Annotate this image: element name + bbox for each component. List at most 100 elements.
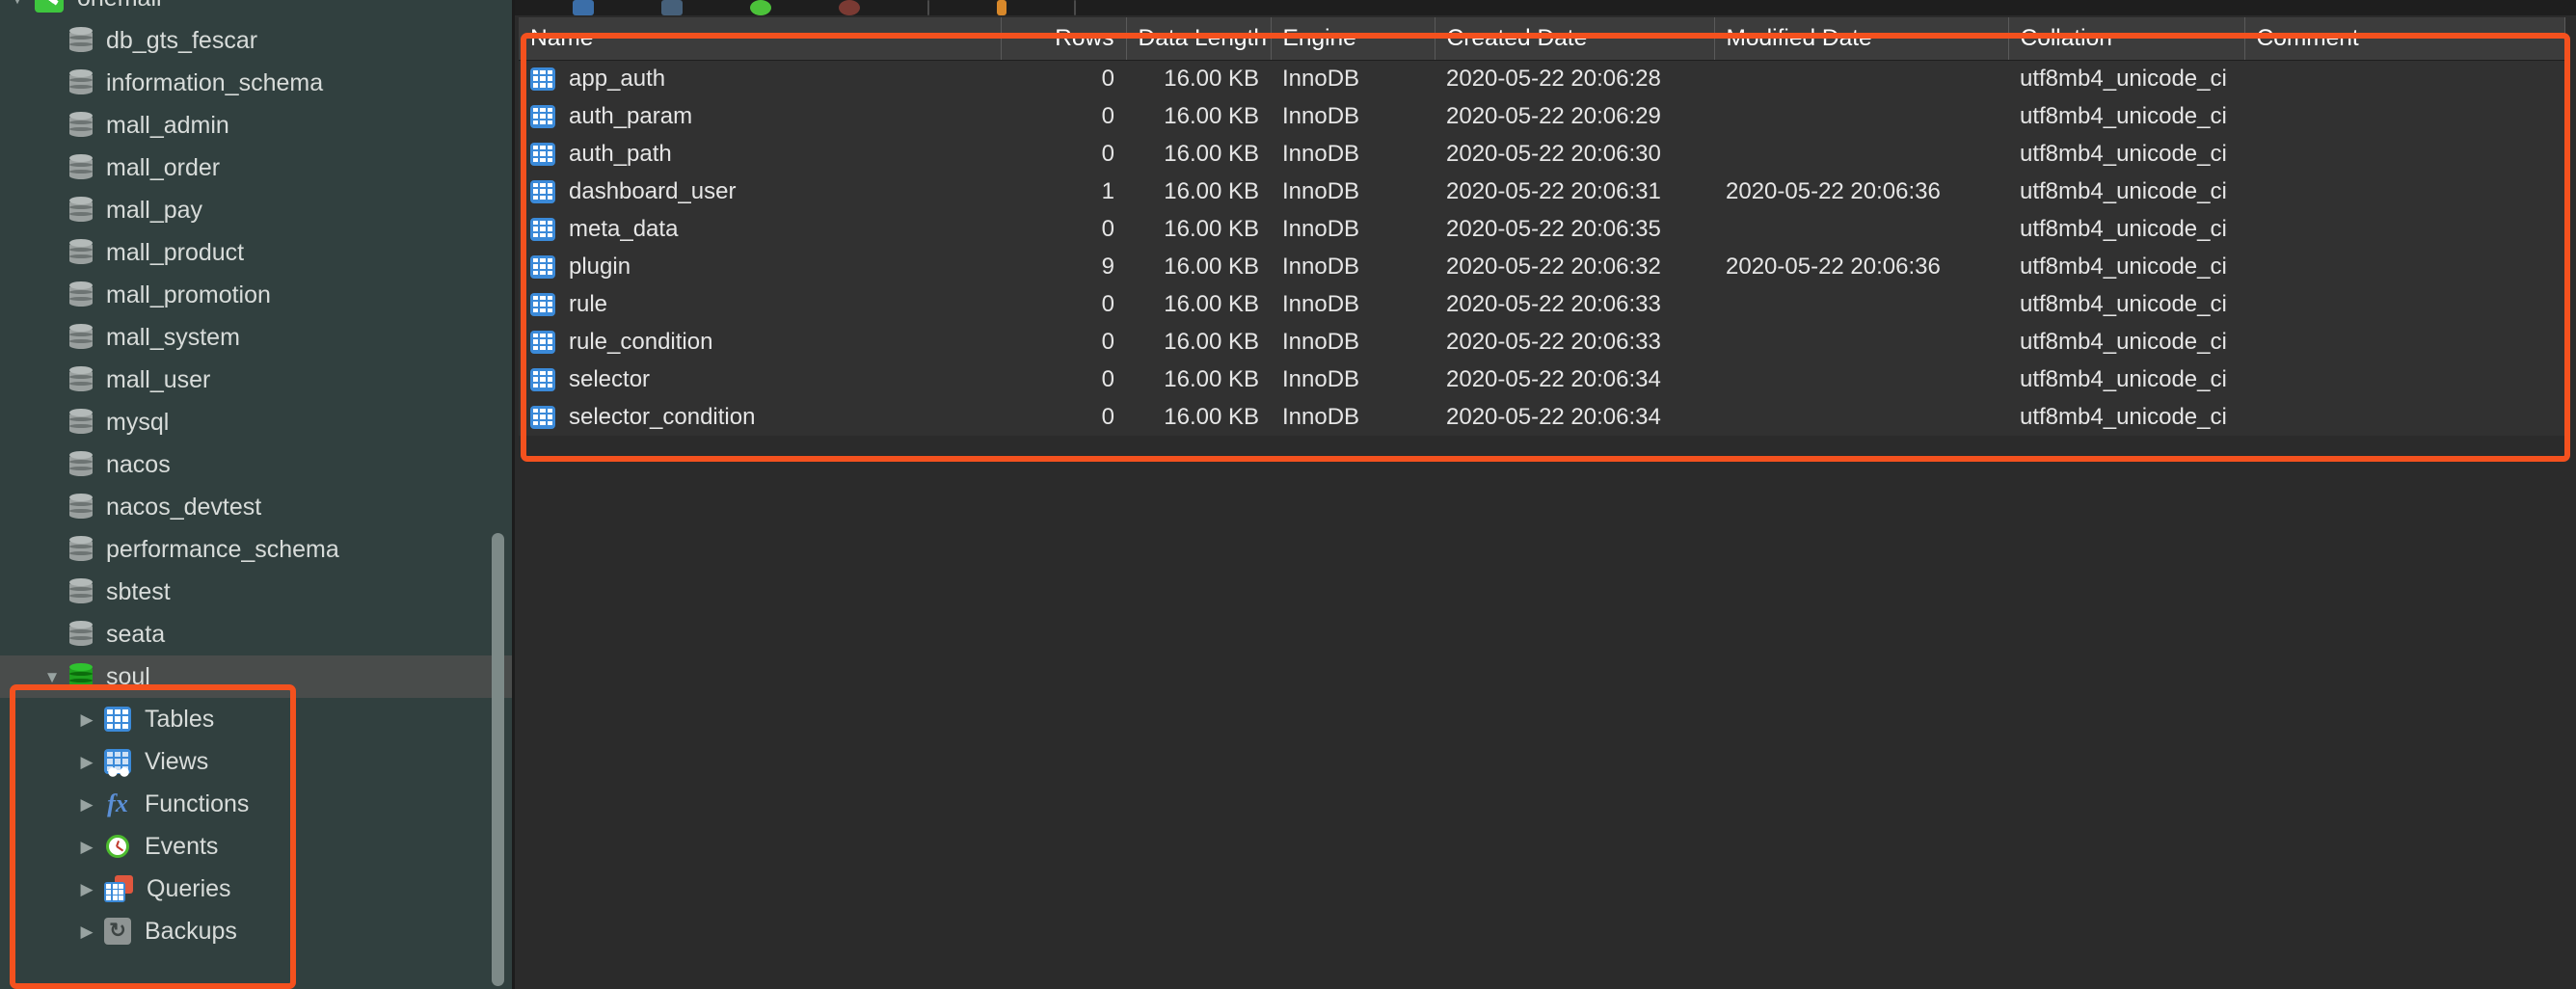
table-row[interactable]: rule 0 16.00 KB InnoDB 2020-05-22 20:06:33 ut… — [519, 285, 2564, 323]
grid-cell-rows[interactable]: 0 — [1001, 285, 1126, 323]
grid-cell-data_length[interactable]: 16.00 KB — [1126, 285, 1271, 323]
grid-cell-modified[interactable] — [1714, 135, 2008, 173]
tree-row-views[interactable]: Views — [0, 740, 512, 783]
table-row[interactable]: selector 0 16.00 KB InnoDB 2020-05-22 20:06:… — [519, 361, 2564, 398]
grid-cell-created[interactable]: 2020-05-22 20:06:34 — [1435, 361, 1714, 398]
tree-row-database-soul[interactable]: soul — [0, 655, 512, 698]
tree-row-database[interactable]: mall_pay — [0, 189, 512, 231]
grid-cell-name[interactable]: selector_condition — [519, 398, 1001, 436]
grid-cell-engine[interactable]: InnoDB — [1271, 60, 1435, 97]
grid-col-header-data_length[interactable]: Data Length — [1126, 17, 1272, 61]
grid-cell-comment[interactable] — [2244, 248, 2564, 285]
chevron-right-icon[interactable] — [69, 796, 104, 813]
table-row[interactable]: app_auth 0 16.00 KB InnoDB 2020-05-22 20:06:… — [519, 60, 2564, 97]
grid-cell-comment[interactable] — [2244, 210, 2564, 248]
grid-cell-collation[interactable]: utf8mb4_unicode_ci — [2008, 285, 2244, 323]
grid-cell-modified[interactable]: 2020-05-22 20:06:36 — [1714, 173, 2008, 210]
grid-cell-created[interactable]: 2020-05-22 20:06:29 — [1435, 97, 1714, 135]
grid-cell-collation[interactable]: utf8mb4_unicode_ci — [2008, 248, 2244, 285]
table-row[interactable]: rule_condition 0 16.00 KB InnoDB 2020-05-22 … — [519, 323, 2564, 361]
grid-cell-created[interactable]: 2020-05-22 20:06:33 — [1435, 285, 1714, 323]
tree-row-database[interactable]: nacos_devtest — [0, 486, 512, 528]
grid-cell-rows[interactable]: 0 — [1001, 97, 1126, 135]
grid-cell-engine[interactable]: InnoDB — [1271, 285, 1435, 323]
function-icon[interactable] — [750, 0, 771, 15]
grid-cell-collation[interactable]: utf8mb4_unicode_ci — [2008, 60, 2244, 97]
grid-col-header-comment[interactable]: Comment — [2244, 17, 2565, 61]
tree-row-queries[interactable]: Queries — [0, 868, 512, 910]
tree-row-database[interactable]: mall_user — [0, 359, 512, 401]
tree-row-database[interactable]: performance_schema — [0, 528, 512, 571]
grid-cell-modified[interactable] — [1714, 361, 2008, 398]
grid-col-header-collation[interactable]: Collation — [2008, 17, 2245, 61]
grid-cell-comment[interactable] — [2244, 323, 2564, 361]
object-tree-sidebar[interactable]: onemall db_gts_fescar information_schemama… — [0, 0, 515, 989]
tree-row-database[interactable]: mall_order — [0, 147, 512, 189]
sidebar-vertical-scrollbar[interactable] — [492, 533, 504, 986]
grid-cell-created[interactable]: 2020-05-22 20:06:28 — [1435, 60, 1714, 97]
grid-cell-comment[interactable] — [2244, 60, 2564, 97]
grid-cell-data_length[interactable]: 16.00 KB — [1126, 173, 1271, 210]
grid-cell-rows[interactable]: 0 — [1001, 323, 1126, 361]
grid-cell-name[interactable]: meta_data — [519, 210, 1001, 248]
chevron-right-icon[interactable] — [69, 839, 104, 855]
table-row[interactable]: auth_path 0 16.00 KB InnoDB 2020-05-22 20:06… — [519, 135, 2564, 173]
grid-cell-name[interactable]: auth_path — [519, 135, 1001, 173]
chevron-right-icon[interactable] — [69, 881, 104, 897]
tree-row-database[interactable]: mall_product — [0, 231, 512, 274]
grid-col-header-name[interactable]: Name — [519, 17, 1002, 61]
tree-row-tables[interactable]: Tables — [0, 698, 512, 740]
grid-cell-created[interactable]: 2020-05-22 20:06:33 — [1435, 323, 1714, 361]
grid-cell-comment[interactable] — [2244, 398, 2564, 436]
grid-body[interactable]: app_auth 0 16.00 KB InnoDB 2020-05-22 20:06:… — [519, 60, 2564, 436]
grid-cell-collation[interactable]: utf8mb4_unicode_ci — [2008, 361, 2244, 398]
grid-cell-name[interactable]: plugin — [519, 248, 1001, 285]
grid-cell-rows[interactable]: 0 — [1001, 398, 1126, 436]
grid-cell-collation[interactable]: utf8mb4_unicode_ci — [2008, 210, 2244, 248]
grid-cell-modified[interactable] — [1714, 285, 2008, 323]
tree-row-functions[interactable]: fx Functions — [0, 783, 512, 825]
grid-cell-rows[interactable]: 0 — [1001, 135, 1126, 173]
tree-row-connection-onemall[interactable]: onemall — [0, 0, 512, 19]
grid-cell-data_length[interactable]: 16.00 KB — [1126, 97, 1271, 135]
grid-cell-rows[interactable]: 0 — [1001, 361, 1126, 398]
grid-cell-rows[interactable]: 0 — [1001, 60, 1126, 97]
grid-cell-comment[interactable] — [2244, 285, 2564, 323]
table-row[interactable]: meta_data 0 16.00 KB InnoDB 2020-05-22 20:06… — [519, 210, 2564, 248]
grid-cell-data_length[interactable]: 16.00 KB — [1126, 323, 1271, 361]
grid-cell-name[interactable]: auth_param — [519, 97, 1001, 135]
grid-cell-collation[interactable]: utf8mb4_unicode_ci — [2008, 135, 2244, 173]
grid-cell-data_length[interactable]: 16.00 KB — [1126, 361, 1271, 398]
chevron-down-icon[interactable] — [0, 0, 35, 7]
table-row[interactable]: dashboard_user 1 16.00 KB InnoDB 2020-05-22 … — [519, 173, 2564, 210]
table-row[interactable]: selector_condition 0 16.00 KB InnoDB 2020-05… — [519, 398, 2564, 436]
grid-cell-comment[interactable] — [2244, 97, 2564, 135]
tree-row-database[interactable]: mysql — [0, 401, 512, 443]
chevron-down-icon[interactable] — [35, 669, 69, 685]
grid-cell-modified[interactable]: 2020-05-22 20:06:36 — [1714, 248, 2008, 285]
tree-row-database[interactable]: mall_admin — [0, 104, 512, 147]
grid-cell-data_length[interactable]: 16.00 KB — [1126, 248, 1271, 285]
grid-cell-engine[interactable]: InnoDB — [1271, 210, 1435, 248]
chevron-right-icon[interactable] — [69, 754, 104, 770]
tree-row-database[interactable]: mall_promotion — [0, 274, 512, 316]
tree-row-database[interactable]: information_schema — [0, 62, 512, 104]
grid-cell-name[interactable]: rule_condition — [519, 323, 1001, 361]
grid-col-header-modified[interactable]: Modified Date — [1714, 17, 2009, 61]
view-icon[interactable] — [661, 0, 683, 15]
table-icon[interactable] — [573, 0, 594, 15]
tree-row-database[interactable]: sbtest — [0, 571, 512, 613]
grid-cell-engine[interactable]: InnoDB — [1271, 135, 1435, 173]
grid-cell-modified[interactable] — [1714, 323, 2008, 361]
grid-cell-created[interactable]: 2020-05-22 20:06:34 — [1435, 398, 1714, 436]
grid-cell-created[interactable]: 2020-05-22 20:06:30 — [1435, 135, 1714, 173]
grid-cell-rows[interactable]: 0 — [1001, 210, 1126, 248]
grid-cell-modified[interactable] — [1714, 398, 2008, 436]
grid-cell-modified[interactable] — [1714, 60, 2008, 97]
grid-col-header-rows[interactable]: Rows — [1001, 17, 1127, 61]
query-icon[interactable] — [997, 0, 1006, 15]
grid-col-header-engine[interactable]: Engine — [1271, 17, 1436, 61]
grid-cell-engine[interactable]: InnoDB — [1271, 398, 1435, 436]
grid-cell-name[interactable]: app_auth — [519, 60, 1001, 97]
grid-cell-data_length[interactable]: 16.00 KB — [1126, 398, 1271, 436]
